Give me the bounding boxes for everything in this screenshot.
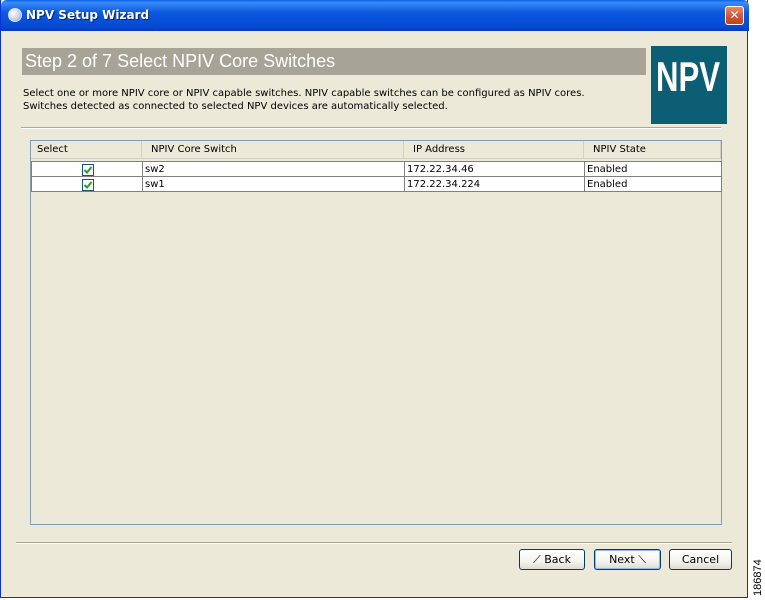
column-header-state[interactable]: NPIV State bbox=[584, 141, 721, 159]
next-button-label: Next bbox=[609, 553, 635, 566]
header-divider bbox=[21, 127, 721, 129]
figure-number: 186874 bbox=[752, 559, 764, 596]
npv-logo-icon: NPV bbox=[656, 53, 720, 100]
close-icon: ✕ bbox=[729, 8, 740, 22]
back-arrow-icon: ⟋ bbox=[533, 553, 545, 566]
description-line-1: Select one or more NPIV core or NPIV cap… bbox=[23, 88, 585, 99]
select-cell[interactable] bbox=[31, 161, 143, 177]
select-checkbox[interactable] bbox=[82, 179, 94, 191]
step-description: Select one or more NPIV core or NPIV cap… bbox=[23, 87, 643, 113]
switch-name-cell: sw1 bbox=[142, 176, 405, 192]
logo-text: NPV bbox=[656, 53, 720, 100]
column-header-switch[interactable]: NPIV Core Switch bbox=[142, 141, 404, 159]
npv-logo: NPV bbox=[651, 46, 727, 124]
cancel-button-label: Cancel bbox=[681, 553, 720, 566]
back-button-label: Back bbox=[544, 553, 571, 566]
app-icon bbox=[8, 8, 22, 22]
cancel-button[interactable]: Cancel bbox=[669, 549, 732, 570]
checkmark-icon bbox=[83, 166, 93, 174]
ip-address-cell: 172.22.34.46 bbox=[404, 161, 585, 177]
select-cell[interactable] bbox=[31, 176, 143, 192]
table-header: Select NPIV Core Switch IP Address NPIV … bbox=[31, 141, 721, 159]
checkmark-icon bbox=[83, 181, 93, 189]
table-row[interactable]: sw2 172.22.34.46 Enabled bbox=[31, 161, 723, 177]
close-button[interactable]: ✕ bbox=[725, 6, 744, 25]
select-checkbox[interactable] bbox=[82, 164, 94, 176]
step-title: Step 2 of 7 Select NPIV Core Switches bbox=[22, 48, 646, 75]
npiv-state-cell: Enabled bbox=[584, 176, 722, 192]
back-button[interactable]: ⟋ Back bbox=[519, 549, 585, 570]
switch-name-cell: sw2 bbox=[142, 161, 405, 177]
wizard-window: NPV Setup Wizard ✕ Step 2 of 7 Select NP… bbox=[0, 0, 749, 598]
ip-address-cell: 172.22.34.224 bbox=[404, 176, 585, 192]
npiv-switch-table[interactable]: Select NPIV Core Switch IP Address NPIV … bbox=[30, 140, 722, 525]
next-button[interactable]: Next ⟍ bbox=[594, 549, 661, 570]
title-bar[interactable]: NPV Setup Wizard ✕ bbox=[1, 0, 749, 31]
column-header-select[interactable]: Select bbox=[31, 141, 142, 159]
footer-divider bbox=[16, 542, 732, 544]
table-row[interactable]: sw1 172.22.34.224 Enabled bbox=[31, 176, 723, 192]
column-header-ip[interactable]: IP Address bbox=[404, 141, 584, 159]
npiv-state-cell: Enabled bbox=[584, 161, 722, 177]
next-arrow-icon: ⟍ bbox=[634, 553, 646, 566]
window-title: NPV Setup Wizard bbox=[26, 8, 150, 22]
description-line-2: Switches detected as connected to select… bbox=[23, 101, 448, 112]
